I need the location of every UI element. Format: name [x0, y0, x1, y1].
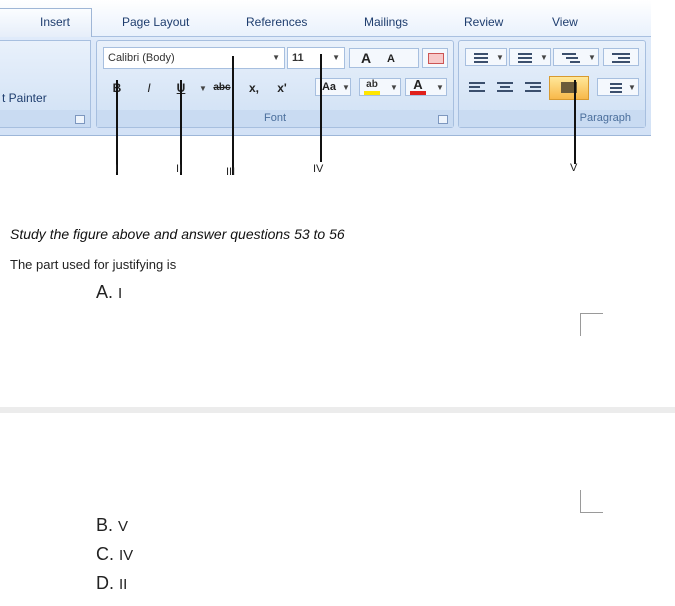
option-value: I — [118, 285, 123, 302]
tab-references[interactable]: References — [246, 15, 307, 29]
tab-insert[interactable]: Insert — [40, 15, 70, 29]
chevron-down-icon: ▼ — [272, 53, 280, 62]
font-group-caption: Font — [97, 110, 453, 127]
indent-button[interactable] — [603, 48, 639, 66]
option-b[interactable]: B. V — [96, 515, 128, 536]
option-a[interactable]: A. I — [96, 282, 122, 303]
option-value: II — [119, 576, 128, 593]
option-letter: C. — [96, 544, 114, 564]
font-name-combobox[interactable]: Calibri (Body) ▼ — [103, 47, 285, 69]
corner-bracket-bottom — [580, 490, 603, 513]
numbering-chevron-down-icon[interactable]: ▼ — [540, 53, 548, 62]
section-divider — [0, 407, 675, 413]
subscript-button[interactable]: x, — [243, 79, 265, 97]
line-spacing-chevron-down-icon[interactable]: ▼ — [628, 83, 636, 92]
font-color-swatch — [410, 91, 426, 95]
format-painter-button[interactable]: t Painter — [2, 91, 47, 105]
font-size-combobox[interactable]: 11 ▼ — [287, 47, 345, 69]
callout-line-i — [116, 80, 118, 175]
bullets-button[interactable]: ▼ — [465, 48, 507, 66]
grow-shrink-cell: A A — [349, 48, 419, 68]
font-name-value: Calibri (Body) — [108, 52, 175, 64]
callout-line-iv — [320, 54, 322, 162]
tab-mailings[interactable]: Mailings — [364, 15, 408, 29]
option-d[interactable]: D. II — [96, 573, 127, 594]
numbering-button[interactable]: ▼ — [509, 48, 551, 66]
callout-label-iii: III — [226, 166, 236, 178]
grow-font-button[interactable]: A — [356, 49, 376, 67]
underline-chevron-down-icon[interactable]: ▼ — [199, 84, 207, 93]
bullets-chevron-down-icon[interactable]: ▼ — [496, 53, 504, 62]
question-heading: Study the figure above and answer questi… — [10, 226, 345, 242]
shrink-font-button[interactable]: A — [382, 50, 400, 68]
align-left-button[interactable] — [469, 80, 487, 96]
option-letter: B. — [96, 515, 114, 535]
font-launcher-icon[interactable] — [438, 115, 448, 124]
option-value: V — [118, 518, 129, 535]
highlight-chevron-down-icon[interactable]: ▼ — [390, 83, 398, 92]
align-center-button[interactable] — [497, 80, 515, 96]
option-c[interactable]: C. IV — [96, 544, 133, 565]
chevron-down-icon: ▼ — [332, 53, 340, 62]
eraser-icon — [428, 53, 444, 64]
tab-page-layout[interactable]: Page Layout — [122, 15, 189, 29]
multilevel-chevron-down-icon[interactable]: ▼ — [588, 53, 596, 62]
callout-label-iv: IV — [313, 163, 324, 175]
highlight-cell: ab ▼ — [359, 78, 401, 96]
callout-line-v — [574, 80, 576, 164]
option-letter: A. — [96, 282, 114, 302]
clipboard-group: t Painter — [0, 40, 91, 128]
line-spacing-button[interactable]: ▼ — [597, 78, 639, 96]
superscript-button[interactable]: x' — [271, 79, 293, 97]
callout-label-i: I — [115, 163, 119, 175]
option-letter: D. — [96, 573, 114, 593]
clear-formatting-button[interactable] — [422, 48, 448, 68]
callout-line-iii — [232, 56, 234, 175]
highlight-color-swatch — [364, 91, 380, 95]
option-value: IV — [119, 547, 134, 564]
tab-view[interactable]: View — [552, 15, 578, 29]
callout-line-ii — [180, 80, 182, 175]
paragraph-group: ▼ ▼ ▼ ▼ Paragraph — [458, 40, 646, 128]
multilevel-list-button[interactable]: ▼ — [553, 48, 599, 66]
callout-label-ii: II — [176, 163, 183, 175]
word-ribbon-figure: Insert Page Layout References Mailings R… — [0, 0, 651, 136]
clipboard-launcher-icon[interactable] — [75, 115, 85, 124]
italic-button[interactable]: I — [141, 79, 157, 97]
tab-review[interactable]: Review — [464, 15, 503, 29]
font-size-value: 11 — [292, 52, 304, 64]
callout-label-v: V — [570, 162, 578, 174]
font-color-chevron-down-icon[interactable]: ▼ — [436, 83, 444, 92]
ribbon-tab-bar: Insert Page Layout References Mailings R… — [0, 0, 651, 37]
paragraph-group-caption: Paragraph — [459, 110, 645, 127]
align-right-button[interactable] — [525, 80, 543, 96]
justify-button[interactable] — [549, 76, 589, 100]
font-color-cell: A ▼ — [405, 77, 447, 96]
corner-bracket-top — [580, 313, 603, 336]
question-stem: The part used for justifying is — [10, 257, 177, 272]
font-group: Calibri (Body) ▼ 11 ▼ A A B I U ▼ abc x,… — [96, 40, 454, 128]
change-case-chevron-down-icon[interactable]: ▼ — [342, 83, 350, 92]
